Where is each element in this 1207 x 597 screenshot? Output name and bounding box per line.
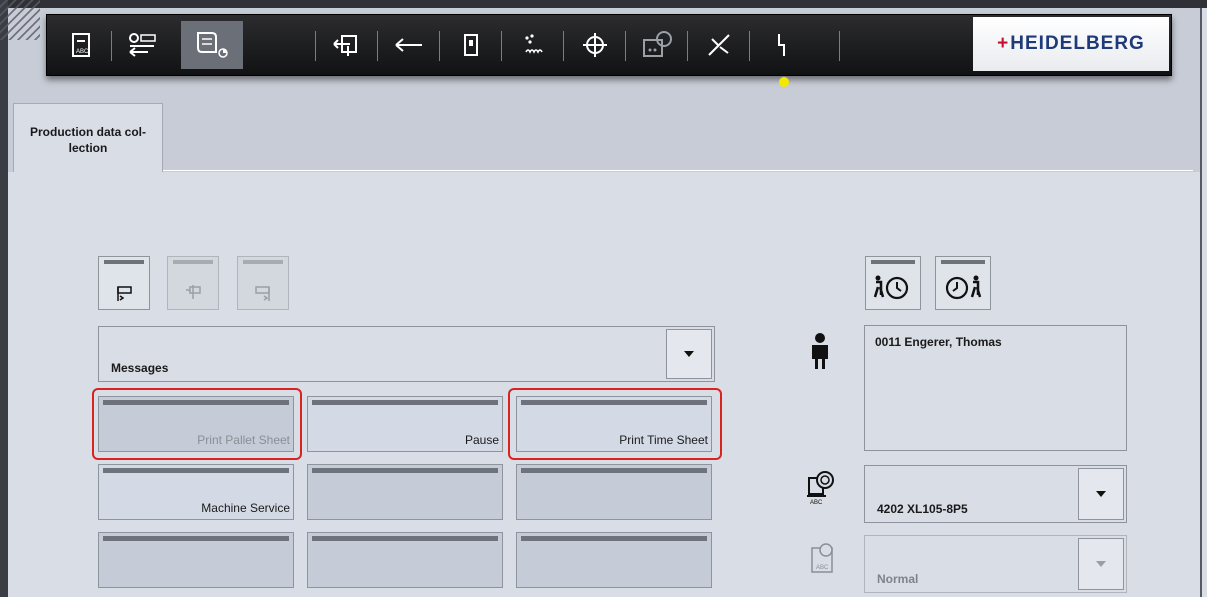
mode-dropdown-value: Normal (877, 572, 919, 586)
message-button-label: Pause (464, 433, 499, 447)
first-page-button[interactable] (98, 256, 150, 310)
wash-icon[interactable] (695, 21, 743, 69)
power-icon[interactable] (757, 21, 805, 69)
machine-dropdown[interactable]: 4202 XL105-8P5 (864, 465, 1127, 523)
clock-out-button[interactable] (935, 256, 991, 310)
window-frame-top (0, 0, 1207, 8)
feeder-icon[interactable] (323, 21, 371, 69)
highlight-frame (92, 388, 302, 460)
operator-name: 0011 Engerer, Thomas (875, 335, 1002, 349)
window-frame-left (0, 0, 8, 597)
clock-in-icon (873, 275, 909, 300)
toolbar-divider (625, 31, 626, 61)
machine-dropdown-value: 4202 XL105-8P5 (877, 502, 968, 516)
toolbar-divider (749, 31, 750, 61)
dampening-icon[interactable] (509, 21, 557, 69)
highlight-frame (508, 388, 722, 460)
tab-label-line1: Production data col- (29, 125, 146, 139)
delivery-icon[interactable] (447, 21, 495, 69)
message-button-empty (516, 532, 712, 588)
toolbar-divider (315, 31, 316, 61)
data-transfer-icon[interactable] (119, 21, 167, 69)
message-button-empty (516, 464, 712, 520)
tab-production-data-collection[interactable]: Production data col- lection (13, 103, 163, 175)
middle-page-button (167, 256, 219, 310)
svg-text:ABC: ABC (810, 500, 823, 506)
chevron-down-icon[interactable] (666, 329, 712, 379)
toolbar-divider (563, 31, 564, 61)
register-icon[interactable] (571, 21, 619, 69)
svg-text:ABC: ABC (76, 49, 89, 55)
message-button-empty (98, 532, 294, 588)
status-indicator-dot (779, 77, 789, 87)
production-log-icon[interactable] (181, 21, 243, 69)
clock-out-icon (945, 275, 982, 300)
corner-grip (0, 0, 40, 40)
toolbar-divider (377, 31, 378, 61)
mode-dropdown: Normal (864, 535, 1127, 593)
mode-icon: ABC (810, 542, 836, 579)
operator-icon (808, 332, 832, 375)
flag-first-icon (117, 286, 132, 301)
operator-field[interactable]: 0011 Engerer, Thomas (864, 325, 1127, 451)
message-button-machine-service[interactable]: Machine Service (98, 464, 294, 520)
sheet-travel-icon[interactable] (385, 21, 433, 69)
clock-in-button[interactable] (865, 256, 921, 310)
svg-text:ABC: ABC (816, 565, 829, 571)
message-button-label: Machine Service (201, 501, 290, 515)
messages-dropdown-label: Messages (111, 361, 169, 375)
toolbar-divider (111, 31, 112, 61)
color-measurement-icon (633, 21, 681, 69)
tab-underline (163, 170, 1193, 171)
message-button-pause[interactable]: Pause (307, 396, 503, 452)
message-button-empty (307, 464, 503, 520)
toolbar-divider (501, 31, 502, 61)
toolbar-divider (439, 31, 440, 61)
main-toolbar: ABC + HEIDELBERG (46, 14, 1172, 76)
flag-last-icon (255, 286, 270, 301)
heidelberg-logo: + HEIDELBERG (973, 17, 1169, 71)
message-button-empty (307, 532, 503, 588)
chevron-down-icon (1078, 538, 1124, 590)
toolbar-divider (839, 31, 840, 61)
flag-middle-icon (186, 285, 201, 299)
messages-dropdown[interactable]: Messages (98, 326, 715, 382)
chevron-down-icon[interactable] (1078, 468, 1124, 520)
machine-icon: ABC (806, 470, 836, 511)
last-page-button (237, 256, 289, 310)
abc-job-icon[interactable]: ABC (57, 21, 105, 69)
tab-label-line2: lection (68, 141, 108, 155)
toolbar-divider (687, 31, 688, 61)
